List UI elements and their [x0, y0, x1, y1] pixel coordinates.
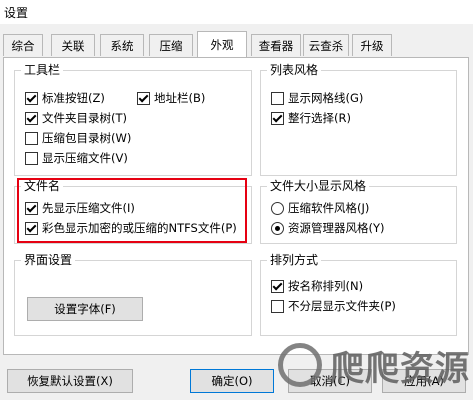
checkbox-label: 彩色显示加密的或压缩的NTFS文件(P) — [42, 221, 237, 235]
tab-appearance[interactable]: 外观 — [197, 31, 247, 57]
checkbox-box[interactable] — [137, 91, 150, 105]
color-ntfs-checkbox[interactable]: 彩色显示加密的或压缩的NTFS文件(P) — [25, 219, 237, 237]
address-bar-checkbox[interactable]: 地址栏(B) — [137, 89, 205, 107]
toolbar-group-title: 工具栏 — [21, 63, 64, 78]
radio-label: 资源管理器风格(Y) — [288, 221, 385, 235]
checkbox-box[interactable] — [271, 279, 284, 293]
explorer-style-radio[interactable]: 资源管理器风格(Y) — [271, 219, 385, 237]
checkbox-label: 按名称排列(N) — [288, 279, 364, 293]
tab-viewer[interactable]: 查看器 — [251, 34, 301, 56]
archives-first-checkbox[interactable]: 先显示压缩文件(I) — [25, 199, 135, 217]
sort-by-name-checkbox[interactable]: 按名称排列(N) — [271, 277, 363, 295]
checkbox-box[interactable] — [271, 91, 284, 105]
cancel-button[interactable]: 取消(C) — [288, 369, 372, 393]
show-gridlines-checkbox[interactable]: 显示网格线(G) — [271, 89, 363, 107]
ok-button[interactable]: 确定(O) — [190, 369, 274, 393]
checkbox-label: 文件夹目录树(T) — [42, 111, 127, 125]
apply-button[interactable]: 应用(A) — [382, 369, 466, 393]
checkbox-box[interactable] — [25, 91, 38, 105]
tab-general[interactable]: 综合 — [3, 34, 43, 56]
list-style-group: 列表风格 显示网格线(G) 整行选择(R) — [260, 63, 457, 176]
show-archives-checkbox[interactable]: 显示压缩文件(V) — [25, 149, 128, 167]
tab-compression[interactable]: 压缩 — [149, 34, 193, 56]
sort-group: 排列方式 按名称排列(N) 不分层显示文件夹(P) — [260, 253, 457, 336]
ui-settings-group-title: 界面设置 — [21, 253, 76, 268]
filesize-style-group-title: 文件大小显示风格 — [267, 179, 370, 194]
checkbox-label: 标准按钮(Z) — [42, 91, 105, 105]
filesize-style-group: 文件大小显示风格 压缩软件风格(J) 资源管理器风格(Y) — [260, 179, 457, 244]
standard-buttons-checkbox[interactable]: 标准按钮(Z) — [25, 89, 105, 107]
archive-tree-checkbox[interactable]: 压缩包目录树(W) — [25, 129, 131, 147]
tab-associations[interactable]: 关联 — [51, 34, 95, 56]
folder-tree-checkbox[interactable]: 文件夹目录树(T) — [25, 109, 127, 127]
filename-group: 文件名 先显示压缩文件(I) 彩色显示加密的或压缩的NTFS文件(P) — [14, 179, 252, 244]
sort-group-title: 排列方式 — [267, 253, 322, 268]
checkbox-label: 显示压缩文件(V) — [42, 151, 128, 165]
tab-cloud-scan[interactable]: 云查杀 — [303, 34, 349, 56]
filename-group-title: 文件名 — [21, 179, 64, 194]
ui-settings-group: 界面设置 设置字体(F) — [14, 253, 252, 336]
checkbox-label: 显示网格线(G) — [288, 91, 364, 105]
checkbox-box[interactable] — [25, 151, 38, 165]
flat-folders-checkbox[interactable]: 不分层显示文件夹(P) — [271, 297, 396, 315]
checkbox-label: 整行选择(R) — [288, 111, 351, 125]
window-title: 设置 — [4, 6, 29, 20]
checkbox-box[interactable] — [25, 111, 38, 125]
checkbox-box[interactable] — [271, 299, 284, 313]
full-row-select-checkbox[interactable]: 整行选择(R) — [271, 109, 351, 127]
checkbox-label: 地址栏(B) — [154, 91, 206, 105]
title-bar: 设置 — [0, 0, 473, 24]
tab-system[interactable]: 系统 — [100, 34, 144, 56]
restore-defaults-button[interactable]: 恢复默认设置(X) — [7, 369, 133, 393]
checkbox-label: 先显示压缩文件(I) — [42, 201, 135, 215]
checkbox-label: 不分层显示文件夹(P) — [288, 299, 396, 313]
set-font-button[interactable]: 设置字体(F) — [27, 297, 143, 321]
radio-circle[interactable] — [271, 201, 284, 215]
checkbox-box[interactable] — [25, 131, 38, 145]
toolbar-group: 工具栏 标准按钮(Z) 地址栏(B) 文件夹目录树(T) 压缩包目录树(W) 显… — [14, 63, 252, 176]
checkbox-box[interactable] — [271, 111, 284, 125]
checkbox-box[interactable] — [25, 201, 38, 215]
checkbox-box[interactable] — [25, 221, 38, 235]
radio-label: 压缩软件风格(J) — [288, 201, 370, 215]
radio-circle[interactable] — [271, 221, 284, 235]
checkbox-label: 压缩包目录树(W) — [42, 131, 132, 145]
tab-update[interactable]: 升级 — [352, 34, 392, 56]
list-style-group-title: 列表风格 — [267, 63, 322, 78]
appearance-panel: 工具栏 标准按钮(Z) 地址栏(B) 文件夹目录树(T) 压缩包目录树(W) 显… — [3, 57, 469, 355]
compression-style-radio[interactable]: 压缩软件风格(J) — [271, 199, 369, 217]
